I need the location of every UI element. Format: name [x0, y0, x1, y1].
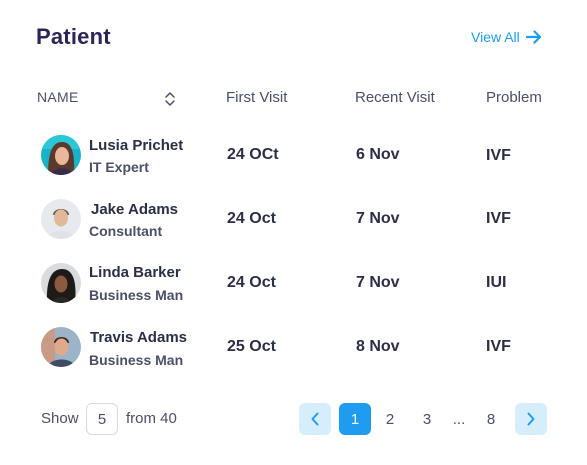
patient-role: Consultant: [89, 223, 163, 239]
column-header-name[interactable]: NAME: [37, 89, 79, 105]
recent-visit-cell: 7 Nov: [356, 274, 400, 291]
patient-role: Business Man: [89, 352, 184, 368]
problem-cell: IVF: [486, 147, 511, 164]
problem-cell: IVF: [486, 210, 511, 227]
avatar: [41, 135, 81, 175]
chevron-left-icon: [311, 412, 319, 426]
card-title: Patient: [36, 24, 111, 49]
page-button-2[interactable]: 2: [374, 403, 406, 435]
first-visit-cell: 24 Oct: [227, 210, 276, 227]
prev-page-button[interactable]: [299, 403, 331, 435]
next-page-button[interactable]: [515, 403, 547, 435]
column-header-first-visit: First Visit: [226, 89, 288, 106]
page-size-select[interactable]: 5: [86, 403, 118, 435]
table-row[interactable]: Jake Adams Consultant 24 Oct 7 Nov IVF: [0, 188, 587, 248]
show-label: Show: [41, 410, 79, 427]
patient-role: IT Expert: [89, 159, 149, 175]
arrow-right-icon: [525, 30, 541, 44]
table-row[interactable]: Lusia Prichet IT Expert 24 OCt 6 Nov IVF: [0, 124, 587, 184]
patient-name: Travis Adams: [90, 329, 187, 346]
patient-name: Lusia Prichet: [89, 137, 184, 154]
total-count-label: from 40: [126, 410, 177, 427]
column-header-recent-visit: Recent Visit: [355, 89, 435, 106]
page-button-1[interactable]: 1: [339, 403, 371, 435]
avatar: [41, 327, 81, 367]
problem-cell: IVF: [486, 338, 511, 355]
table-row[interactable]: Travis Adams Business Man 25 Oct 8 Nov I…: [0, 316, 587, 376]
page-ellipsis: ...: [452, 410, 466, 428]
avatar: [41, 263, 81, 303]
table-row[interactable]: Linda Barker Business Man 24 Oct 7 Nov I…: [0, 252, 587, 312]
patient-role: Business Man: [89, 287, 184, 303]
patient-name: Linda Barker: [89, 264, 181, 281]
page-button-3[interactable]: 3: [411, 403, 443, 435]
column-header-problem: Problem: [486, 89, 542, 106]
problem-cell: IUI: [486, 274, 507, 291]
first-visit-cell: 24 OCt: [227, 146, 279, 163]
avatar: [41, 199, 81, 239]
recent-visit-cell: 8 Nov: [356, 338, 400, 355]
first-visit-cell: 25 Oct: [227, 338, 276, 355]
view-all-link[interactable]: View All: [471, 29, 542, 45]
view-all-label: View All: [471, 29, 520, 45]
recent-visit-cell: 6 Nov: [356, 146, 400, 163]
chevron-right-icon: [527, 412, 535, 426]
recent-visit-cell: 7 Nov: [356, 210, 400, 227]
patient-card: Patient View All NAME First Visit Recent…: [0, 0, 587, 465]
patient-name: Jake Adams: [91, 201, 178, 218]
sort-icon[interactable]: [163, 91, 177, 107]
page-button-8[interactable]: 8: [475, 403, 507, 435]
first-visit-cell: 24 Oct: [227, 274, 276, 291]
